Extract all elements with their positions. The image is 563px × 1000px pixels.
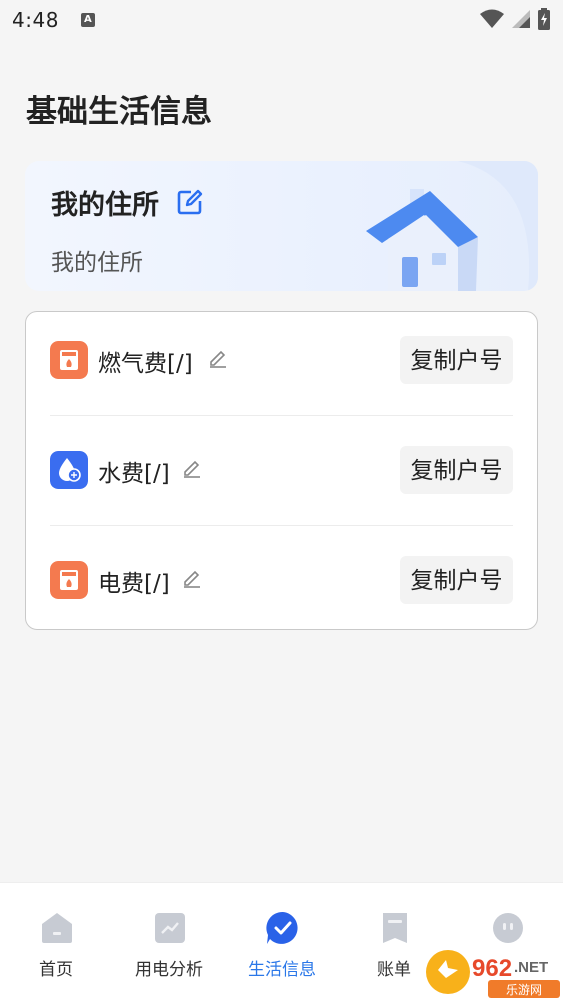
status-icons [479,8,551,30]
watermark-domain: .NET [514,959,548,976]
electricity-icon [50,561,88,599]
watermark: 962 .NET 乐游网 [424,944,563,1000]
bill-row-water[interactable]: 水费[/] 复制户号 [26,422,537,526]
status-time: 4:48 [12,8,59,32]
house-illustration-icon [366,161,538,291]
watermark-logo-icon: 962 .NET 乐游网 [426,950,560,998]
nav-item-life-info[interactable]: 生活信息 [226,883,338,1000]
copy-account-button[interactable]: 复制户号 [400,556,513,604]
bill-label: 水费[/] [98,461,170,487]
home-icon [42,913,72,943]
nav-item-power-analysis[interactable]: 用电分析 [113,883,225,1000]
bill-icon [383,913,407,943]
bill-row-gas[interactable]: 燃气费[/] 复制户号 [26,312,537,416]
bill-row-electricity[interactable]: 电费[/] 复制户号 [26,532,537,636]
notification-a-icon: A [80,13,95,27]
profile-icon [493,913,523,943]
copy-account-button[interactable]: 复制户号 [400,336,513,384]
wifi-icon [480,9,504,28]
nav-label: 首页 [39,960,73,980]
page-title: 基础生活信息 [26,94,212,130]
residence-title: 我的住所 [51,190,159,221]
divider [50,415,513,416]
edit-icon[interactable] [208,348,228,368]
residence-card[interactable]: 我的住所 我的住所 [25,161,538,291]
edit-icon[interactable] [182,458,202,478]
nav-item-home[interactable]: 首页 [0,883,112,1000]
edit-icon[interactable] [182,568,202,588]
battery-icon [538,8,550,30]
water-icon [50,451,88,489]
copy-account-button[interactable]: 复制户号 [400,446,513,494]
check-bubble-icon [266,911,298,944]
trend-chart-icon [155,913,185,943]
nav-label: 用电分析 [135,960,203,980]
residence-subtitle: 我的住所 [51,250,143,276]
gas-icon [50,341,88,379]
bill-label: 燃气费[/] [98,351,193,377]
nav-label: 生活信息 [248,960,316,980]
bills-card: 燃气费[/] 复制户号 水费[/] 复制户号 电费[/] 复制户号 [25,311,538,630]
divider [50,525,513,526]
status-bar: 4:48 A [0,0,563,40]
signal-icon [512,10,530,28]
edit-residence-icon[interactable] [177,189,203,215]
watermark-brand: 962 [472,955,512,982]
watermark-site: 乐游网 [506,983,542,997]
bill-label: 电费[/] [98,571,170,597]
